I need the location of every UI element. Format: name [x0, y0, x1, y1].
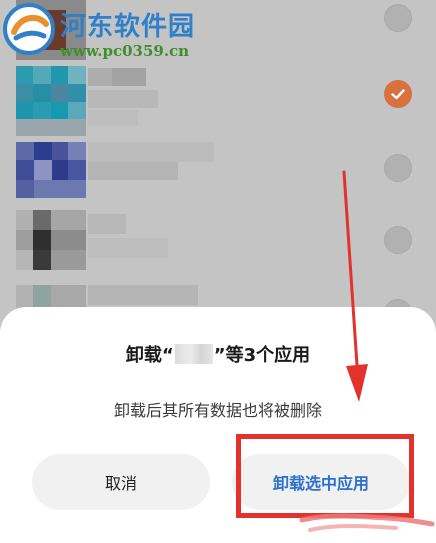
dialog-title-prefix: 卸载“: [125, 345, 174, 366]
watermark-url: www.pc0359.cn: [60, 42, 190, 60]
app-name-blurred: [88, 214, 178, 270]
list-item[interactable]: [0, 60, 436, 140]
app-name-blurred: [88, 142, 214, 182]
blurred-app-name: [174, 344, 213, 364]
app-name-blurred: [88, 285, 198, 309]
list-item[interactable]: [0, 200, 436, 275]
red-smear-mark: [299, 513, 435, 532]
red-arrow-annotation: [342, 170, 368, 402]
select-radio[interactable]: [384, 226, 412, 254]
list-item[interactable]: [0, 140, 436, 200]
watermark: 河东软件园 www.pc0359.cn: [0, 0, 200, 64]
select-radio[interactable]: [384, 4, 412, 32]
select-radio-checked[interactable]: [384, 80, 412, 108]
uninstall-screen: 河东软件园 www.pc0359.cn 卸载“ ”等3个应用 卸载后其所有数据也将…: [0, 0, 436, 543]
app-icon-blurred: [16, 66, 86, 136]
cancel-button[interactable]: 取消: [32, 454, 210, 510]
app-icon-blurred: [16, 210, 86, 270]
app-icon-blurred: [16, 142, 86, 198]
site-logo-icon: [3, 3, 55, 55]
checkmark-icon: [391, 89, 405, 100]
app-name-blurred: [88, 68, 168, 128]
dialog-message: 卸载后其所有数据也将被删除: [113, 401, 322, 420]
select-radio[interactable]: [384, 154, 412, 182]
watermark-title: 河东软件园: [60, 12, 196, 42]
dialog-title-suffix: ”等3个应用: [213, 345, 311, 366]
dialog-title: 卸载“ ”等3个应用: [0, 341, 436, 367]
